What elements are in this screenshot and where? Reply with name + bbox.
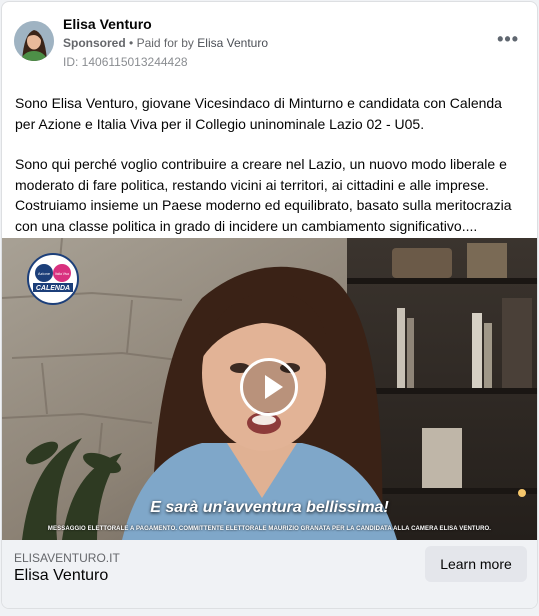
advertiser-avatar[interactable]: [14, 21, 54, 61]
learn-more-button[interactable]: Learn more: [425, 546, 527, 582]
ad-card: Elisa Venturo Sponsored • Paid for by El…: [1, 1, 538, 609]
advertiser-name[interactable]: Elisa Venturo: [63, 16, 152, 32]
video-player[interactable]: Azione Italia Viva CALENDA E sarà un'avv…: [2, 238, 537, 540]
sponsored-label: Sponsored: [63, 36, 126, 50]
ellipsis-icon[interactable]: •••: [497, 30, 519, 48]
play-icon[interactable]: [240, 358, 298, 416]
paid-for-label: Paid for by: [136, 36, 194, 50]
paid-for-name[interactable]: Elisa Venturo: [197, 36, 268, 50]
logo-italia-viva-text: Italia Viva: [55, 272, 69, 276]
link-title: Elisa Venturo: [14, 567, 109, 584]
meta-separator: •: [129, 36, 134, 50]
link-domain: ELISAVENTURO.IT: [14, 551, 120, 565]
logo-calenda-text: CALENDA: [36, 285, 70, 292]
ad-header: Elisa Venturo Sponsored • Paid for by El…: [2, 2, 537, 82]
logo-azione-text: Azione: [38, 271, 51, 276]
video-caption: E sarà un'avventura bellissima!: [150, 499, 389, 516]
body-paragraph-1: Sono Elisa Venturo, giovane Vicesindaco …: [15, 95, 502, 132]
ad-body-text: Sono Elisa Venturo, giovane Vicesindaco …: [15, 93, 525, 236]
sponsored-meta: Sponsored • Paid for by Elisa Venturo: [63, 36, 268, 50]
link-preview[interactable]: ELISAVENTURO.IT Elisa Venturo Learn more: [2, 540, 537, 608]
video-disclaimer: MESSAGGIO ELETTORALE A PAGAMENTO. COMMIT…: [47, 526, 492, 532]
ad-id: ID: 1406115013244428: [63, 55, 188, 69]
body-paragraph-2: Sono qui perché voglio contribuire a cre…: [15, 156, 512, 234]
calenda-logo: Azione Italia Viva CALENDA: [27, 253, 79, 305]
